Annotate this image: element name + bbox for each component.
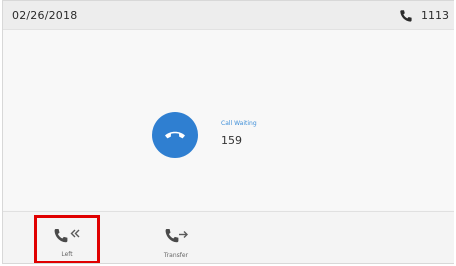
call-state-label: Call Waiting	[221, 120, 257, 127]
hang-up-icon	[165, 131, 185, 139]
phone-transfer-icon	[164, 227, 190, 251]
hang-up-button[interactable]	[152, 112, 198, 158]
status-bar: 02/26/2018 1113	[3, 1, 454, 30]
phone-icon	[399, 8, 413, 22]
status-date: 02/26/2018	[12, 9, 78, 22]
phone-back-icon	[53, 227, 83, 251]
call-panel: Call Waiting 159	[3, 30, 454, 210]
caller-number: 159	[221, 134, 242, 147]
softkey-transfer[interactable]: Transfer	[145, 216, 207, 262]
status-time: 1113	[421, 9, 449, 22]
phone-screen: 02/26/2018 1113 Call Waiting 159 Left Tr…	[2, 0, 454, 264]
softkey-bar: Left Transfer	[3, 211, 454, 263]
softkey-left[interactable]: Left	[34, 215, 100, 263]
softkey-transfer-label: Transfer	[163, 252, 189, 259]
softkey-left-label: Left	[61, 251, 73, 258]
